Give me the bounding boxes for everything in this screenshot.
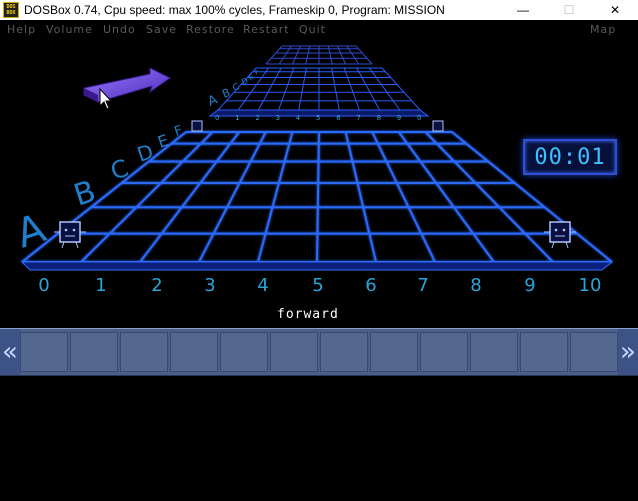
menu-restore[interactable]: Restore [186,23,235,36]
column-number: 2 [151,275,163,296]
close-button[interactable]: ✕ [592,0,638,20]
timer-value: 00:01 [534,144,606,170]
menu-quit[interactable]: Quit [299,23,326,36]
app-icon-text: DOS BOX [6,4,16,16]
grid-line [278,67,295,111]
command-slot[interactable] [20,332,68,372]
game-menu-bar: Help Volume Undo Save Restore Restart Qu… [0,20,638,40]
purple-arrow-icon [83,67,171,103]
command-slot[interactable] [70,332,118,372]
row-letter: A [11,205,52,257]
distant-grid [265,45,373,65]
minimize-button[interactable]: — [500,0,546,20]
column-number: 5 [312,275,324,296]
grid-line [356,67,381,111]
column-number: 4 [257,275,269,296]
menu-help[interactable]: Help [7,23,36,36]
game-area: ABCDEF ABCDEF 01234567890 0 1 2 3 4 5 6 … [0,40,638,501]
grid-line [298,67,307,111]
column-number: 7 [356,114,360,122]
row-letter: C [107,154,132,186]
column-number: 2 [255,114,259,122]
menu-save[interactable]: Save [146,23,177,36]
command-slot[interactable] [570,332,618,372]
column-number: 4 [296,114,301,122]
robot-left-icon [54,221,86,249]
maximize-icon: ☐ [563,3,575,17]
near-grid-edge [20,261,614,271]
column-number: 10 [578,275,602,296]
row-letter: F [173,123,185,140]
dosbox-app-icon[interactable]: DOS BOX [3,2,19,18]
column-number: 8 [470,275,482,296]
column-number: 0 [417,114,421,122]
grid-line [368,67,401,111]
row-letter: A [206,92,220,109]
column-number: 7 [417,275,429,296]
command-caption: forward [277,307,339,322]
row-letters-far: A B CDE F [206,69,261,110]
grid-line [198,131,267,263]
grid-line [331,67,340,111]
command-slot[interactable] [520,332,568,372]
command-slot[interactable] [170,332,218,372]
close-icon: ✕ [609,3,621,17]
command-slot[interactable] [220,332,268,372]
column-number: 6 [336,114,341,122]
column-number: 3 [204,275,216,296]
maximize-button[interactable]: ☐ [546,0,592,20]
menu-undo[interactable]: Undo [103,23,136,36]
double-chevron-left-icon: « [2,337,18,367]
column-number: 3 [276,114,280,122]
strip-scroll-left-button[interactable]: « [0,329,20,375]
grid-line [371,131,436,263]
column-number: 8 [377,114,381,122]
column-number: 9 [524,275,536,296]
grid-line [381,67,421,111]
window-title: DOSBox 0.74, Cpu speed: max 100% cycles,… [24,3,445,17]
row-letter: B [220,86,232,101]
row-letter: D [134,139,156,167]
row-letter: E [155,131,170,152]
row-letter: F [254,69,260,77]
timer-display: 00:01 [523,139,617,175]
command-slot[interactable] [370,332,418,372]
grid-line [257,131,294,263]
grid-line [237,67,270,111]
menu-volume[interactable]: Volume [46,23,93,36]
menu-map[interactable]: Map [590,23,616,36]
command-slot[interactable] [420,332,468,372]
column-number: 1 [95,275,107,296]
grid-line [257,67,282,111]
grid-line [316,131,320,263]
strip-scroll-right-button[interactable]: » [618,329,638,375]
robot-right-icon [544,221,576,249]
command-strip: « » [0,328,638,376]
column-number: 5 [316,114,320,122]
column-number: 0 [38,275,50,296]
double-chevron-right-icon: » [620,337,636,367]
row-letter: B [70,174,100,214]
menu-restart[interactable]: Restart [243,23,290,36]
command-slot[interactable] [270,332,318,372]
robot-far-right-icon [432,120,444,132]
grid-line [139,131,240,263]
grid-line [343,67,360,111]
command-slot[interactable] [120,332,168,372]
robot-far-left-icon [191,120,203,132]
column-number: 1 [235,114,239,122]
command-slot[interactable] [320,332,368,372]
grid-line [397,131,495,263]
minimize-icon: — [517,3,529,17]
column-number: 9 [397,114,401,122]
column-number: 0 [215,114,219,122]
command-slot[interactable] [470,332,518,372]
column-number: 6 [365,275,377,296]
grid-line [344,131,377,263]
window-title-bar: DOS BOX DOSBox 0.74, Cpu speed: max 100%… [0,0,638,20]
